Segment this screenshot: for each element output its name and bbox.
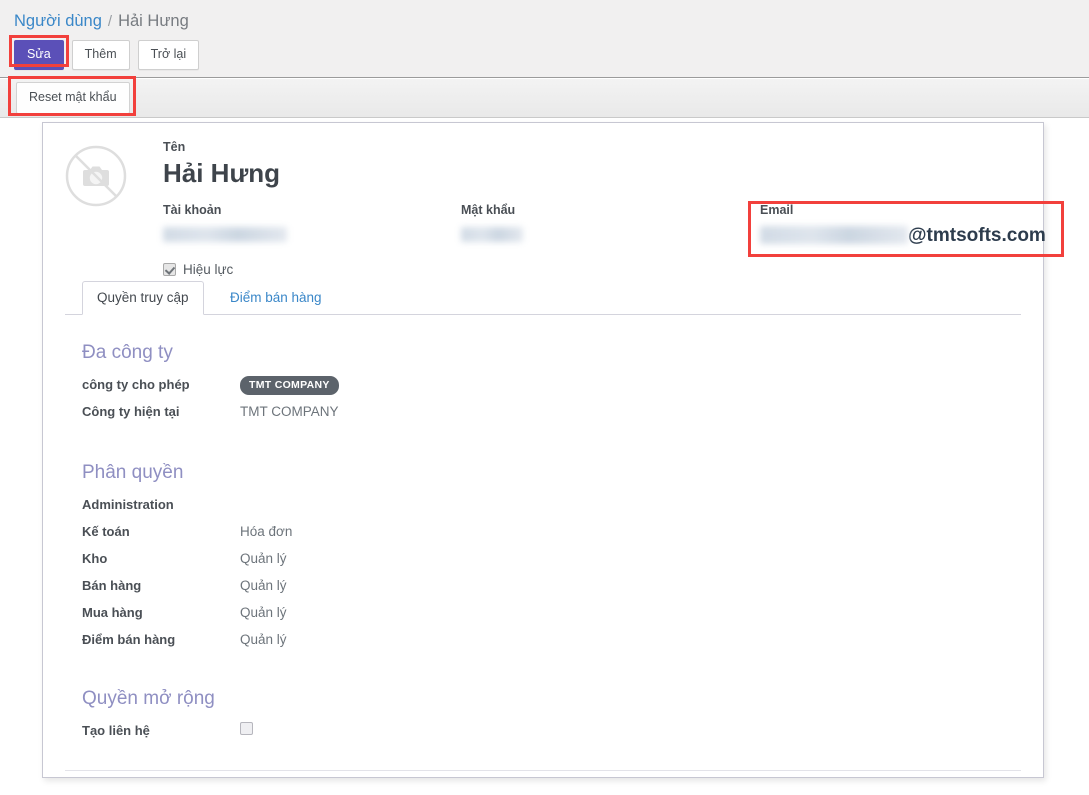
warehouse-value: Quản lý — [240, 551, 287, 566]
field-row-create-contact: Tạo liên hệ — [82, 717, 1021, 744]
user-header: Tên Hải Hưng Tài khoản Mật khẩu Email @t… — [43, 123, 1046, 283]
no-camera-icon[interactable] — [65, 145, 127, 207]
tab-point-of-sale[interactable]: Điểm bán hàng — [215, 281, 337, 316]
allowed-companies-label: công ty cho phép — [82, 377, 190, 392]
account-label: Tài khoản — [163, 203, 222, 217]
point-of-sale-value: Quản lý — [240, 632, 287, 647]
active-checkbox[interactable] — [163, 263, 176, 276]
password-value-redacted — [461, 227, 523, 242]
active-label: Hiệu lực — [183, 262, 234, 277]
top-strip: Người dùng / Hải Hưng Sửa Thêm Trở lại — [0, 0, 1089, 78]
administration-label: Administration — [82, 497, 174, 512]
card-footer-divider — [65, 770, 1021, 771]
action-button-row: Sửa Thêm Trở lại — [14, 40, 200, 70]
point-of-sale-label: Điểm bán hàng — [82, 632, 176, 647]
user-fields: Tên Hải Hưng Tài khoản Mật khẩu Email @t… — [163, 139, 1046, 277]
field-row-warehouse: Kho Quản lý — [82, 545, 1021, 572]
warehouse-label: Kho — [82, 551, 108, 566]
field-row-administration: Administration — [82, 491, 1021, 518]
field-row-point-of-sale: Điểm bán hàng Quản lý — [82, 626, 1021, 653]
field-row-purchase: Mua hàng Quản lý — [82, 599, 1021, 626]
breadcrumb-separator: / — [107, 13, 113, 30]
create-contact-value — [240, 721, 253, 740]
field-row-current-company: Công ty hiện tại TMT COMPANY — [82, 398, 1021, 425]
add-button[interactable]: Thêm — [71, 40, 130, 70]
page-root: Người dùng / Hải Hưng Sửa Thêm Trở lại Res… — [0, 0, 1089, 795]
sales-label: Bán hàng — [82, 578, 142, 593]
password-label: Mật khẩu — [461, 203, 516, 217]
tab-bar: Quyền truy cập Điểm bán hàng — [65, 280, 1021, 316]
create-contact-label: Tạo liên hệ — [82, 723, 150, 738]
company-tag[interactable]: TMT COMPANY — [240, 375, 339, 395]
tab-access-rights[interactable]: Quyền truy cập — [82, 280, 204, 315]
reset-password-button[interactable]: Reset mật khẩu — [16, 82, 130, 114]
field-row-sales: Bán hàng Quản lý — [82, 572, 1021, 599]
name-label: Tên — [163, 140, 186, 154]
edit-button[interactable]: Sửa — [14, 40, 64, 70]
purchase-value: Quản lý — [240, 605, 287, 620]
email-local-redacted — [760, 226, 908, 244]
section-title-extended: Quyền mở rộng — [82, 688, 215, 709]
account-field: Tài khoản — [163, 202, 287, 247]
accounting-label: Kế toán — [82, 524, 130, 539]
email-field: Email @tmtsofts.com — [760, 202, 1060, 249]
current-company-value: TMT COMPANY — [240, 404, 339, 419]
section-title-permissions: Phân quyền — [82, 462, 184, 483]
secondary-toolbar — [0, 79, 1089, 118]
breadcrumb-current: Hải Hưng — [118, 12, 189, 30]
breadcrumb: Người dùng / Hải Hưng — [14, 10, 189, 33]
section-title-multicompany: Đa công ty — [82, 342, 173, 363]
user-detail-card: Tên Hải Hưng Tài khoản Mật khẩu Email @t… — [42, 122, 1046, 778]
credentials-row: Tài khoản Mật khẩu Email @tmtsofts.com — [163, 202, 1046, 254]
field-row-accounting: Kế toán Hóa đơn — [82, 518, 1021, 545]
allowed-companies-value: TMT COMPANY — [240, 375, 339, 395]
user-name-value: Hải Hưng — [163, 158, 281, 188]
create-contact-checkbox[interactable] — [240, 721, 253, 735]
field-row-allowed-companies: công ty cho phép TMT COMPANY — [82, 371, 1021, 398]
sales-value: Quản lý — [240, 578, 287, 593]
account-value-redacted — [163, 227, 287, 242]
accounting-value: Hóa đơn — [240, 524, 293, 539]
email-value: @tmtsofts.com — [760, 220, 1060, 249]
email-label: Email — [760, 203, 794, 217]
current-company-label: Công ty hiện tại — [82, 404, 180, 419]
back-button[interactable]: Trở lại — [137, 40, 200, 70]
email-domain: @tmtsofts.com — [908, 225, 1046, 246]
password-field: Mật khẩu — [461, 202, 523, 247]
tab-panel-access-rights: Đa công ty công ty cho phép TMT COMPANY … — [43, 341, 1043, 744]
active-checkbox-row[interactable]: Hiệu lực — [163, 262, 1043, 277]
breadcrumb-parent-link[interactable]: Người dùng — [14, 12, 102, 30]
purchase-label: Mua hàng — [82, 605, 143, 620]
